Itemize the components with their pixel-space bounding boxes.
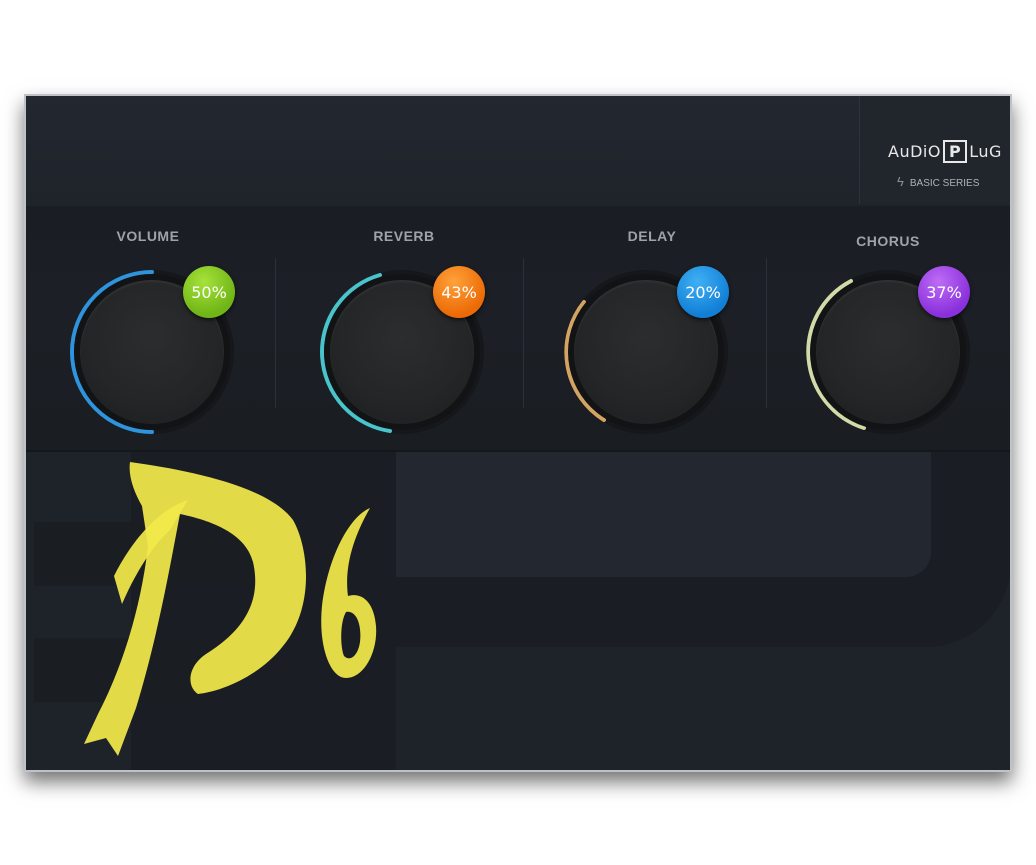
reverb-value-badge: 43% xyxy=(433,266,485,318)
knob-label-chorus: CHORUS xyxy=(856,233,920,249)
knob-panel: VOLUME 50% REVERB 43% DELAY 20% CHORUS 3… xyxy=(26,206,1010,452)
brand-panel: AuDiO P LuG ϟ BASIC SERIES xyxy=(859,96,1010,204)
brand-series: ϟ BASIC SERIES xyxy=(897,174,979,189)
chorus-value-badge: 37% xyxy=(918,266,970,318)
lightning-icon: ϟ xyxy=(897,174,904,189)
brand-logo-pre: AuDiO xyxy=(888,142,941,161)
knob-label-volume: VOLUME xyxy=(116,228,180,244)
header-bar: AuDiO P LuG ϟ BASIC SERIES xyxy=(26,96,1010,208)
divider xyxy=(766,258,767,408)
knob-label-reverb: REVERB xyxy=(373,228,435,244)
background-area xyxy=(26,452,1010,770)
divider xyxy=(523,258,524,408)
brand-logo: AuDiO P LuG xyxy=(888,140,1002,163)
yellow-brush-logo xyxy=(84,462,377,756)
plugin-window: AuDiO P LuG ϟ BASIC SERIES VOLUME 50% REVER… xyxy=(24,94,1012,772)
divider xyxy=(275,258,276,408)
knob-label-delay: DELAY xyxy=(627,228,677,244)
volume-value-badge: 50% xyxy=(183,266,235,318)
brand-logo-p: P xyxy=(942,140,968,163)
brand-series-label: BASIC SERIES xyxy=(909,178,980,189)
delay-value-badge: 20% xyxy=(677,266,729,318)
brand-logo-post: LuG xyxy=(969,142,1002,161)
